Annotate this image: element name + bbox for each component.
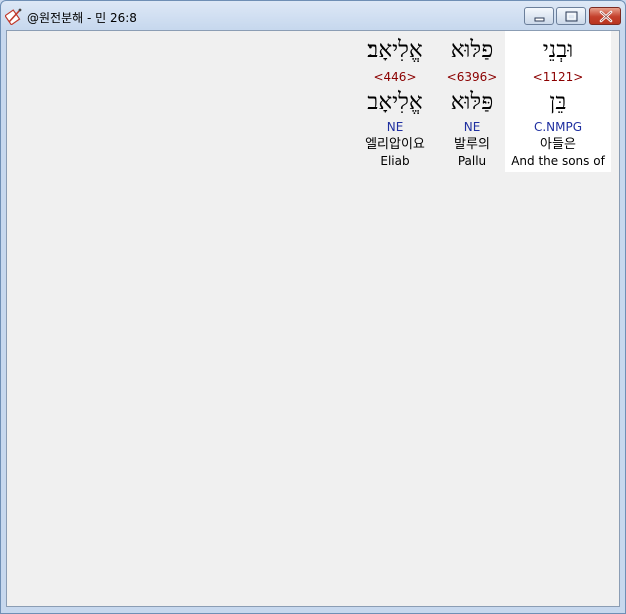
english-gloss: And the sons of — [511, 154, 605, 168]
close-button[interactable] — [589, 7, 621, 25]
app-window: @원전분해 - 민 26:8 וּבְנֵי <1121> בֵּן C.NMP… — [0, 0, 626, 614]
korean-gloss: 발루의 — [454, 137, 490, 152]
strong-number[interactable]: <6396> — [439, 69, 505, 87]
lemma-word: בֵּן — [549, 89, 567, 115]
word-column[interactable]: אֱלִיאָב׃ <446> אֱלִיאָב NE 엘리압이요 Eliab — [353, 31, 437, 169]
hebrew-word: פַלּוּא — [450, 37, 494, 63]
korean-gloss: 아들은 — [540, 137, 576, 152]
morphology-code: NE — [463, 120, 481, 134]
word-column[interactable]: וּבְנֵי <1121> בֵּן C.NMPG 아들은 And the s… — [505, 31, 611, 169]
title-bar[interactable]: @원전분해 - 민 26:8 — [1, 1, 625, 31]
word-column[interactable]: פַלּוּא <6396> פַּלּוּא NE 발루의 Pallu — [439, 31, 505, 169]
english-gloss: Pallu — [457, 154, 487, 168]
maximize-button[interactable] — [556, 7, 586, 25]
minimize-button[interactable] — [524, 7, 554, 25]
close-icon — [599, 10, 613, 23]
window-title: @원전분해 - 민 26:8 — [27, 11, 137, 25]
analysis-pane: וּבְנֵי <1121> בֵּן C.NMPG 아들은 And the s… — [6, 30, 620, 607]
morphology-code: C.NMPG — [533, 120, 583, 134]
hebrew-word: אֱלִיאָב׃ — [367, 37, 423, 63]
maximize-icon — [565, 11, 578, 22]
pen-book-icon[interactable] — [5, 7, 23, 25]
strong-number[interactable]: <446> — [353, 69, 437, 87]
korean-gloss: 엘리압이요 — [365, 137, 425, 152]
lemma-word: פַּלּוּא — [450, 89, 494, 115]
strong-number[interactable]: <1121> — [505, 69, 611, 87]
english-gloss: Eliab — [380, 154, 410, 168]
lemma-word: אֱלִיאָב — [367, 89, 423, 115]
morphology-code: NE — [386, 120, 404, 134]
hebrew-word: וּבְנֵי — [542, 37, 574, 63]
minimize-icon — [534, 17, 545, 22]
